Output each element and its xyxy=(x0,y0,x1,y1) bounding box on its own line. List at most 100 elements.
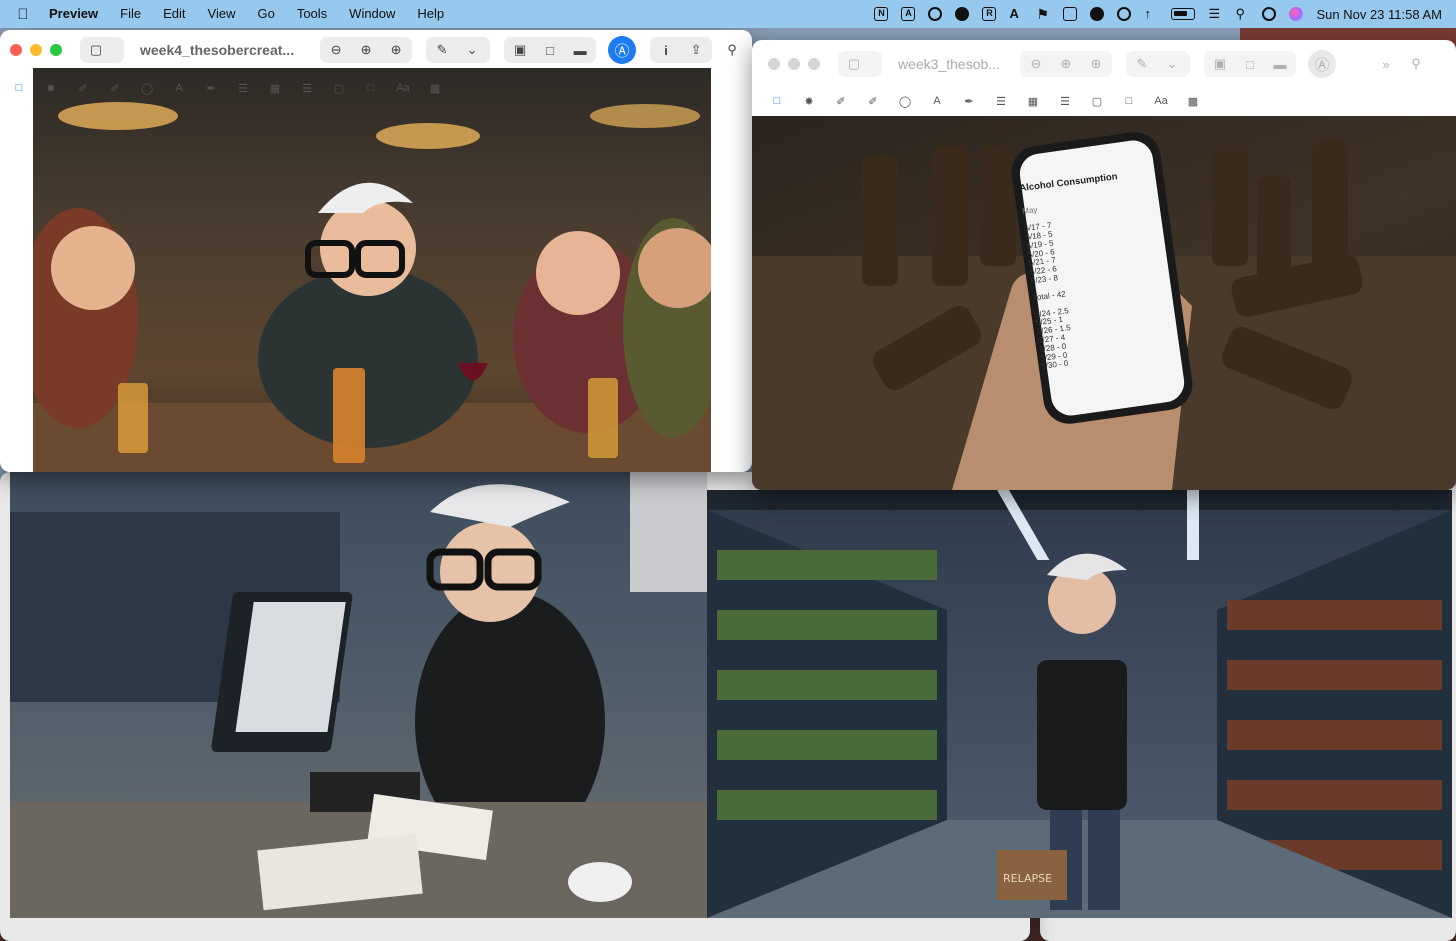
markup-button[interactable]: Ⓐ xyxy=(608,36,637,64)
menu-go[interactable]: Go xyxy=(246,0,285,28)
menu-file[interactable]: File xyxy=(109,0,152,28)
moon-icon[interactable] xyxy=(1090,7,1105,21)
preview-window-week4[interactable]: ▢ week4_thesobercreat... ⊖ ⊕ ⊕ ✎ ⌄ ▣ □ ▬… xyxy=(0,30,752,472)
bookmark-icon[interactable]: ⚑ xyxy=(1036,7,1050,21)
sign-icon[interactable]: ✒ xyxy=(960,93,978,109)
minimize-button[interactable] xyxy=(30,44,42,56)
chevron-down-icon: ⌄ xyxy=(466,42,478,57)
play-icon[interactable] xyxy=(1117,7,1132,21)
selection-tool-icon[interactable]: □ xyxy=(10,80,28,96)
artwork-bar-scene xyxy=(33,68,711,472)
zoom-in-icon[interactable]: ⊕ xyxy=(356,40,376,60)
annotate-icon[interactable]: ▩ xyxy=(426,80,444,96)
markup-button[interactable]: Ⓐ xyxy=(1307,50,1336,78)
highlighter-icon: ✎ xyxy=(1136,56,1148,71)
sidebar-icon: ▢ xyxy=(847,56,861,71)
rotate-icon[interactable]: ▣ xyxy=(1210,54,1230,74)
zoom-controls: ⊖ ⊕ ⊕ xyxy=(320,37,413,63)
sketch-icon[interactable]: ✐ xyxy=(832,93,850,109)
share-icon[interactable]: ⇪ xyxy=(686,40,706,60)
search-icon[interactable]: ⚲ xyxy=(722,40,742,60)
rotate-icon[interactable]: ▣ xyxy=(510,40,530,60)
sidebar-toggle-button[interactable]: ▢ xyxy=(80,37,124,63)
zoom-out-icon[interactable]: ⊖ xyxy=(326,40,346,60)
r-icon[interactable]: R xyxy=(982,7,997,21)
document-title: week3_thesob... xyxy=(898,56,1000,72)
selection-tool-icon[interactable]: □ xyxy=(768,93,786,109)
zoom-button[interactable] xyxy=(50,44,62,56)
fill-color-icon[interactable]: □ xyxy=(362,80,380,96)
status-area: N A R A ⚑ ↑ ☰ ⚲ Sun Nov 23 11:58 AM xyxy=(874,7,1456,22)
zoom-fit-icon[interactable]: ⊕ xyxy=(386,40,406,60)
dock-icon[interactable] xyxy=(1063,7,1078,21)
instant-alpha-icon[interactable]: ✸ xyxy=(800,93,818,109)
chevron-down-icon: ⌄ xyxy=(1166,56,1178,71)
zoom-out-icon[interactable]: ⊖ xyxy=(1026,54,1046,74)
text-icon[interactable]: A xyxy=(170,80,188,96)
border-color-icon[interactable]: ▢ xyxy=(330,80,348,96)
menu-edit[interactable]: Edit xyxy=(152,0,196,28)
draw-icon[interactable]: ✐ xyxy=(864,93,882,109)
adjust-icon[interactable]: ▬ xyxy=(1270,54,1290,74)
search-icon[interactable]: ⚲ xyxy=(1235,7,1249,21)
a2-icon[interactable]: A xyxy=(1009,7,1023,21)
clock[interactable]: Sun Nov 23 11:58 AM xyxy=(1316,7,1442,22)
edit-controls: ▣ □ ▬ xyxy=(504,37,597,63)
zoom-button[interactable] xyxy=(808,58,820,70)
size-icon[interactable]: ▦ xyxy=(1024,93,1042,109)
zoom-controls: ⊖ ⊕ ⊕ xyxy=(1019,51,1112,77)
menu-window[interactable]: Window xyxy=(338,0,406,28)
instant-alpha-icon[interactable]: ✸ xyxy=(42,80,60,96)
shape-style-icon[interactable]: ☰ xyxy=(298,80,316,96)
text-style-icon[interactable]: Aa xyxy=(394,80,412,96)
zoom-fit-icon[interactable]: ⊕ xyxy=(1086,54,1106,74)
gear-icon[interactable] xyxy=(955,7,970,21)
adjust-icon[interactable]: ▬ xyxy=(570,40,590,60)
sign-icon[interactable]: ✒ xyxy=(202,80,220,96)
close-button[interactable] xyxy=(768,58,780,70)
a-icon[interactable]: A xyxy=(901,7,916,21)
sidebar-icon: ▢ xyxy=(89,42,103,57)
edit-controls: ▣ □ ▬ xyxy=(1203,51,1296,77)
zoom-in-icon[interactable]: ⊕ xyxy=(1056,54,1076,74)
siri-icon[interactable] xyxy=(1289,7,1304,21)
size-icon[interactable]: ▦ xyxy=(266,80,284,96)
relapse-box-label: RELAPSE xyxy=(1003,872,1052,885)
preview-window-week3[interactable]: ▢ week3_thesob... ⊖ ⊕ ⊕ ✎ ⌄ ▣ □ ▬ Ⓐ » ⚲ … xyxy=(752,40,1456,490)
adjust-color-icon[interactable]: ☰ xyxy=(992,93,1010,109)
fill-color-icon[interactable]: □ xyxy=(1120,93,1138,109)
shapes-icon[interactable]: ◯ xyxy=(896,93,914,109)
sketch-icon[interactable]: ✐ xyxy=(74,80,92,96)
border-color-icon[interactable]: ▢ xyxy=(1088,93,1106,109)
adjust-color-icon[interactable]: ☰ xyxy=(234,80,252,96)
artwork-liquor-aisle: RELAPSE xyxy=(707,490,1452,918)
sidebar-toggle-button[interactable]: ▢ xyxy=(838,51,882,77)
battery-icon[interactable] xyxy=(1171,8,1196,20)
shape-style-icon[interactable]: ☰ xyxy=(1056,93,1074,109)
crop-icon[interactable]: □ xyxy=(1240,54,1260,74)
titlebar: ▢ week4_thesobercreat... ⊖ ⊕ ⊕ ✎ ⌄ ▣ □ ▬… xyxy=(0,30,752,70)
menu-tools[interactable]: Tools xyxy=(286,0,338,28)
info-icon[interactable]: i xyxy=(656,40,676,60)
apple-menu-icon[interactable]:  xyxy=(8,6,38,23)
menu-app-preview[interactable]: Preview xyxy=(38,0,109,28)
text-icon[interactable]: A xyxy=(928,93,946,109)
close-button[interactable] xyxy=(10,44,22,56)
annotate-icon[interactable]: ▩ xyxy=(1184,93,1202,109)
menu-help[interactable]: Help xyxy=(406,0,455,28)
search-icon[interactable]: ⚲ xyxy=(1406,54,1426,74)
draw-icon[interactable]: ✐ xyxy=(106,80,124,96)
control-center-icon[interactable] xyxy=(1262,7,1277,21)
highlight-button[interactable]: ✎ ⌄ xyxy=(426,37,491,63)
wifi-icon[interactable]: ☰ xyxy=(1208,7,1222,21)
minimize-button[interactable] xyxy=(788,58,800,70)
shapes-icon[interactable]: ◯ xyxy=(138,80,156,96)
wind-icon[interactable] xyxy=(928,7,943,21)
crop-icon[interactable]: □ xyxy=(540,40,560,60)
more-toolbar-icon[interactable]: » xyxy=(1376,54,1396,74)
n-icon[interactable]: N xyxy=(874,7,889,21)
text-style-icon[interactable]: Aa xyxy=(1152,93,1170,109)
highlight-button[interactable]: ✎ ⌄ xyxy=(1125,51,1190,77)
pin-icon[interactable]: ↑ xyxy=(1144,7,1158,21)
menu-view[interactable]: View xyxy=(197,0,247,28)
